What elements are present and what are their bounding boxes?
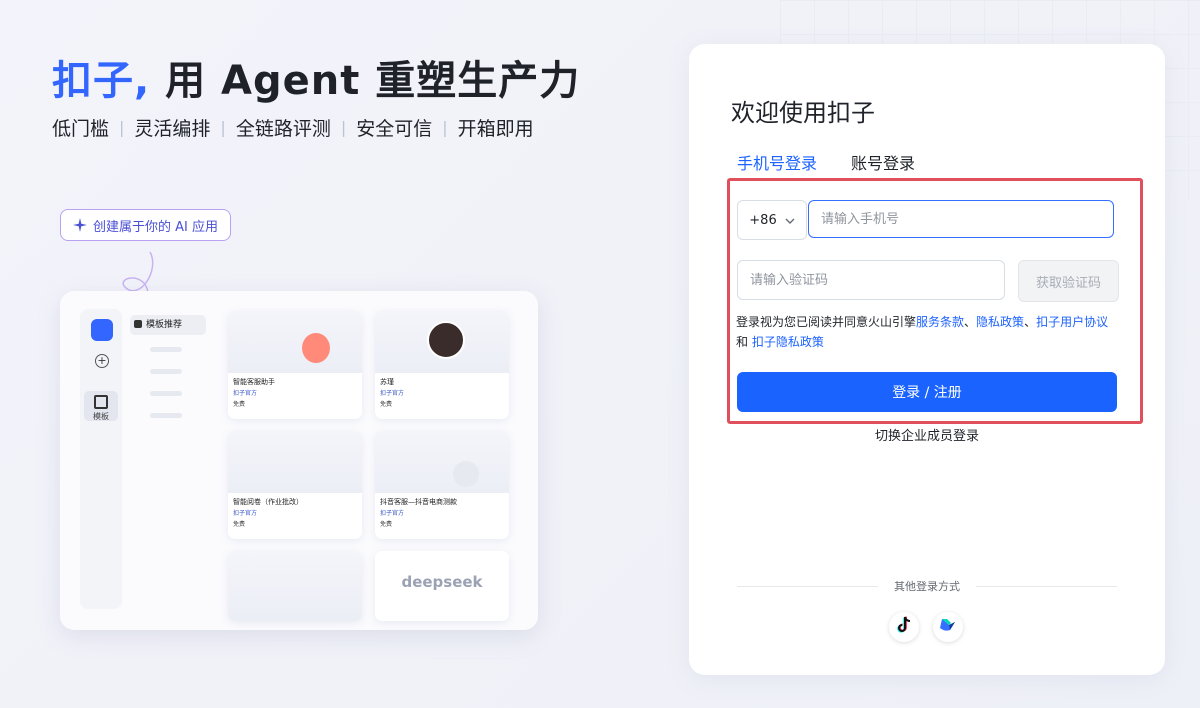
app-preview: + 模板 模板推荐 智能客服助手 扣子官方 免费 苏瑾 扣子官方 免费 智能阅卷…: [60, 291, 538, 630]
divider: |: [340, 118, 347, 137]
switch-enterprise-login[interactable]: 切换企业成员登录: [689, 425, 1165, 444]
template-card: 智能客服助手 扣子官方 免费: [228, 311, 362, 419]
card-price: 免费: [380, 401, 393, 408]
nav-label: 模板推荐: [146, 320, 183, 330]
card-title: 智能客服助手: [233, 378, 275, 386]
feature-item: 低门槛: [52, 118, 110, 140]
template-icon: [94, 395, 108, 409]
separator: 、: [964, 315, 977, 329]
feature-list: 低门槛 | 灵活编排 | 全链路评测 | 安全可信 | 开箱即用: [52, 114, 534, 141]
preview-nav-item: 模板推荐: [130, 315, 206, 335]
feishu-icon: [939, 617, 957, 637]
divider: |: [220, 118, 226, 137]
coze-privacy-link[interactable]: 扣子隐私政策: [752, 335, 824, 349]
card-title: 苏瑾: [380, 378, 394, 386]
feature-item: 全链路评测: [235, 118, 331, 140]
plus-circle-icon: +: [95, 354, 109, 368]
card-owner: 扣子官方: [380, 390, 405, 397]
divider: |: [119, 118, 125, 137]
grid-icon: [134, 320, 142, 328]
welcome-title: 欢迎使用扣子: [731, 99, 875, 127]
login-register-button[interactable]: 登录 / 注册: [737, 372, 1117, 412]
separator: 、: [1024, 315, 1037, 329]
card-thumbnail: [375, 431, 509, 493]
nav-placeholder: [150, 369, 182, 374]
template-card: [228, 551, 362, 621]
card-owner: 扣子官方: [380, 510, 405, 517]
deepseek-logo: deepseek: [401, 573, 483, 591]
user-agreement-link[interactable]: 扣子用户协议: [1036, 315, 1108, 329]
get-code-button[interactable]: 获取验证码: [1018, 260, 1119, 302]
card-owner: 扣子官方: [233, 390, 258, 397]
other-login-label: 其他登录方式: [894, 580, 960, 593]
douyin-icon: [896, 616, 912, 638]
divider: |: [442, 118, 448, 137]
card-thumbnail: [228, 311, 362, 373]
template-card: 智能阅卷（作业批改） 扣子官方 免费: [228, 431, 362, 539]
hero-title-text: 用 Agent 重塑生产力: [150, 58, 581, 104]
tab-account-login[interactable]: 账号登录: [851, 150, 915, 180]
douyin-login-button[interactable]: [889, 612, 919, 642]
card-price: 免费: [380, 521, 393, 528]
pill-label: 创建属于你的 AI 应用: [93, 219, 218, 235]
other-login-divider: 其他登录方式: [737, 578, 1117, 594]
and-text: 和: [736, 335, 749, 349]
country-code-select[interactable]: +86: [737, 200, 807, 240]
login-tabs: 手机号登录 账号登录: [737, 150, 915, 180]
sidebar-item-label: 模板: [93, 412, 109, 421]
template-card: 苏瑾 扣子官方 免费: [375, 311, 509, 419]
privacy-link[interactable]: 隐私政策: [976, 315, 1024, 329]
nav-placeholder: [150, 413, 182, 418]
card-title: 智能阅卷（作业批改）: [233, 498, 303, 506]
nav-placeholder: [150, 391, 182, 396]
card-price: 免费: [233, 521, 246, 528]
card-owner: 扣子官方: [233, 510, 258, 517]
chevron-down-icon: [785, 213, 795, 228]
preview-sidebar: + 模板: [80, 309, 122, 609]
tab-phone-login[interactable]: 手机号登录: [737, 150, 817, 180]
divider: [976, 585, 1117, 587]
divider: [737, 585, 878, 587]
card-title: 抖音客服—抖音电商测款: [380, 498, 457, 506]
country-code-value: +86: [749, 212, 777, 228]
feishu-login-button[interactable]: [933, 612, 963, 642]
verification-code-input[interactable]: [737, 260, 1005, 300]
phone-input[interactable]: [808, 200, 1114, 238]
feature-item: 开箱即用: [457, 118, 534, 140]
terms-link[interactable]: 服务条款: [916, 315, 964, 329]
template-card: 抖音客服—抖音电商测款 扣子官方 免费: [375, 431, 509, 539]
card-thumbnail: [375, 311, 509, 373]
agreement-text: 登录视为您已阅读并同意火山引擎服务条款、隐私政策、扣子用户协议和 扣子隐私政策: [736, 312, 1121, 352]
card-price: 免费: [233, 401, 246, 408]
card-thumbnail: [228, 551, 362, 621]
hero-title: 扣子, 用 Agent 重塑生产力: [52, 48, 580, 106]
coze-logo-icon: [91, 319, 113, 341]
agreement-prefix: 登录视为您已阅读并同意火山引擎: [736, 315, 917, 329]
template-card: deepseek: [375, 551, 509, 621]
brand-name: 扣子,: [52, 58, 151, 104]
feature-item: 安全可信: [356, 118, 433, 140]
feature-item: 灵活编排: [134, 118, 211, 140]
create-ai-app-pill[interactable]: 创建属于你的 AI 应用: [60, 209, 231, 241]
sparkle-icon: [73, 218, 87, 232]
nav-placeholder: [150, 347, 182, 352]
card-thumbnail: [228, 431, 362, 493]
sidebar-item-template: 模板: [84, 391, 118, 421]
login-panel: 欢迎使用扣子 手机号登录 账号登录 +86 获取验证码 登录视为您已阅读并同意火…: [689, 44, 1165, 675]
